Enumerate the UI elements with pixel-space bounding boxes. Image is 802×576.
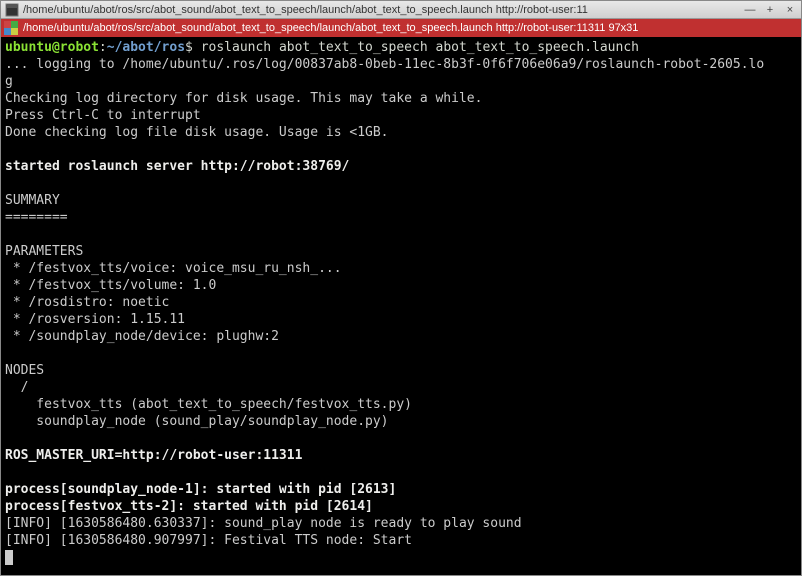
tab-icon: [3, 20, 19, 36]
output-line: festvox_tts (abot_text_to_speech/festvox…: [5, 397, 412, 412]
output-line: [INFO] [1630586480.907997]: Festival TTS…: [5, 533, 412, 548]
output-line: Press Ctrl-C to interrupt: [5, 108, 201, 123]
prompt-colon: :: [99, 40, 107, 55]
output-line: g: [5, 74, 13, 89]
minimize-button[interactable]: —: [743, 3, 757, 17]
prompt-path: ~/abot/ros: [107, 40, 185, 55]
window-titlebar: /home/ubuntu/abot/ros/src/abot_sound/abo…: [1, 1, 801, 19]
tab-title[interactable]: /home/ubuntu/abot/ros/src/abot_sound/abo…: [21, 22, 801, 34]
maximize-button[interactable]: +: [763, 3, 777, 17]
output-line: * /soundplay_node/device: plughw:2: [5, 329, 279, 344]
window-controls: — + ×: [743, 3, 797, 17]
output-line: * /festvox_tts/volume: 1.0: [5, 278, 216, 293]
terminal-window: /home/ubuntu/abot/ros/src/abot_sound/abo…: [0, 0, 802, 576]
output-line: * /festvox_tts/voice: voice_msu_ru_nsh_.…: [5, 261, 342, 276]
terminal-output[interactable]: ubuntu@robot:~/abot/ros$ roslaunch abot_…: [1, 37, 801, 575]
output-line: soundplay_node (sound_play/soundplay_nod…: [5, 414, 389, 429]
tab-bar: /home/ubuntu/abot/ros/src/abot_sound/abo…: [1, 19, 801, 37]
output-line: /: [5, 380, 28, 395]
output-line: ROS_MASTER_URI=http://robot-user:11311: [5, 448, 302, 463]
output-line: Done checking log file disk usage. Usage…: [5, 125, 389, 140]
output-line: SUMMARY: [5, 193, 60, 208]
command-text: roslaunch abot_text_to_speech abot_text_…: [201, 40, 639, 55]
output-line: * /rosdistro: noetic: [5, 295, 169, 310]
cursor: [5, 550, 13, 565]
output-line: [INFO] [1630586480.630337]: sound_play n…: [5, 516, 522, 531]
prompt-user-host: ubuntu@robot: [5, 40, 99, 55]
prompt-dollar: $: [185, 40, 201, 55]
output-line: Checking log directory for disk usage. T…: [5, 91, 482, 106]
output-line: ... logging to /home/ubuntu/.ros/log/008…: [5, 57, 764, 72]
output-line: started roslaunch server http://robot:38…: [5, 159, 349, 174]
output-line: ========: [5, 210, 68, 225]
window-title: /home/ubuntu/abot/ros/src/abot_sound/abo…: [23, 4, 743, 16]
output-line: * /rosversion: 1.15.11: [5, 312, 185, 327]
output-line: NODES: [5, 363, 44, 378]
output-line: process[soundplay_node-1]: started with …: [5, 482, 396, 497]
output-line: PARAMETERS: [5, 244, 83, 259]
app-icon: [5, 3, 19, 17]
close-button[interactable]: ×: [783, 3, 797, 17]
output-line: process[festvox_tts-2]: started with pid…: [5, 499, 373, 514]
